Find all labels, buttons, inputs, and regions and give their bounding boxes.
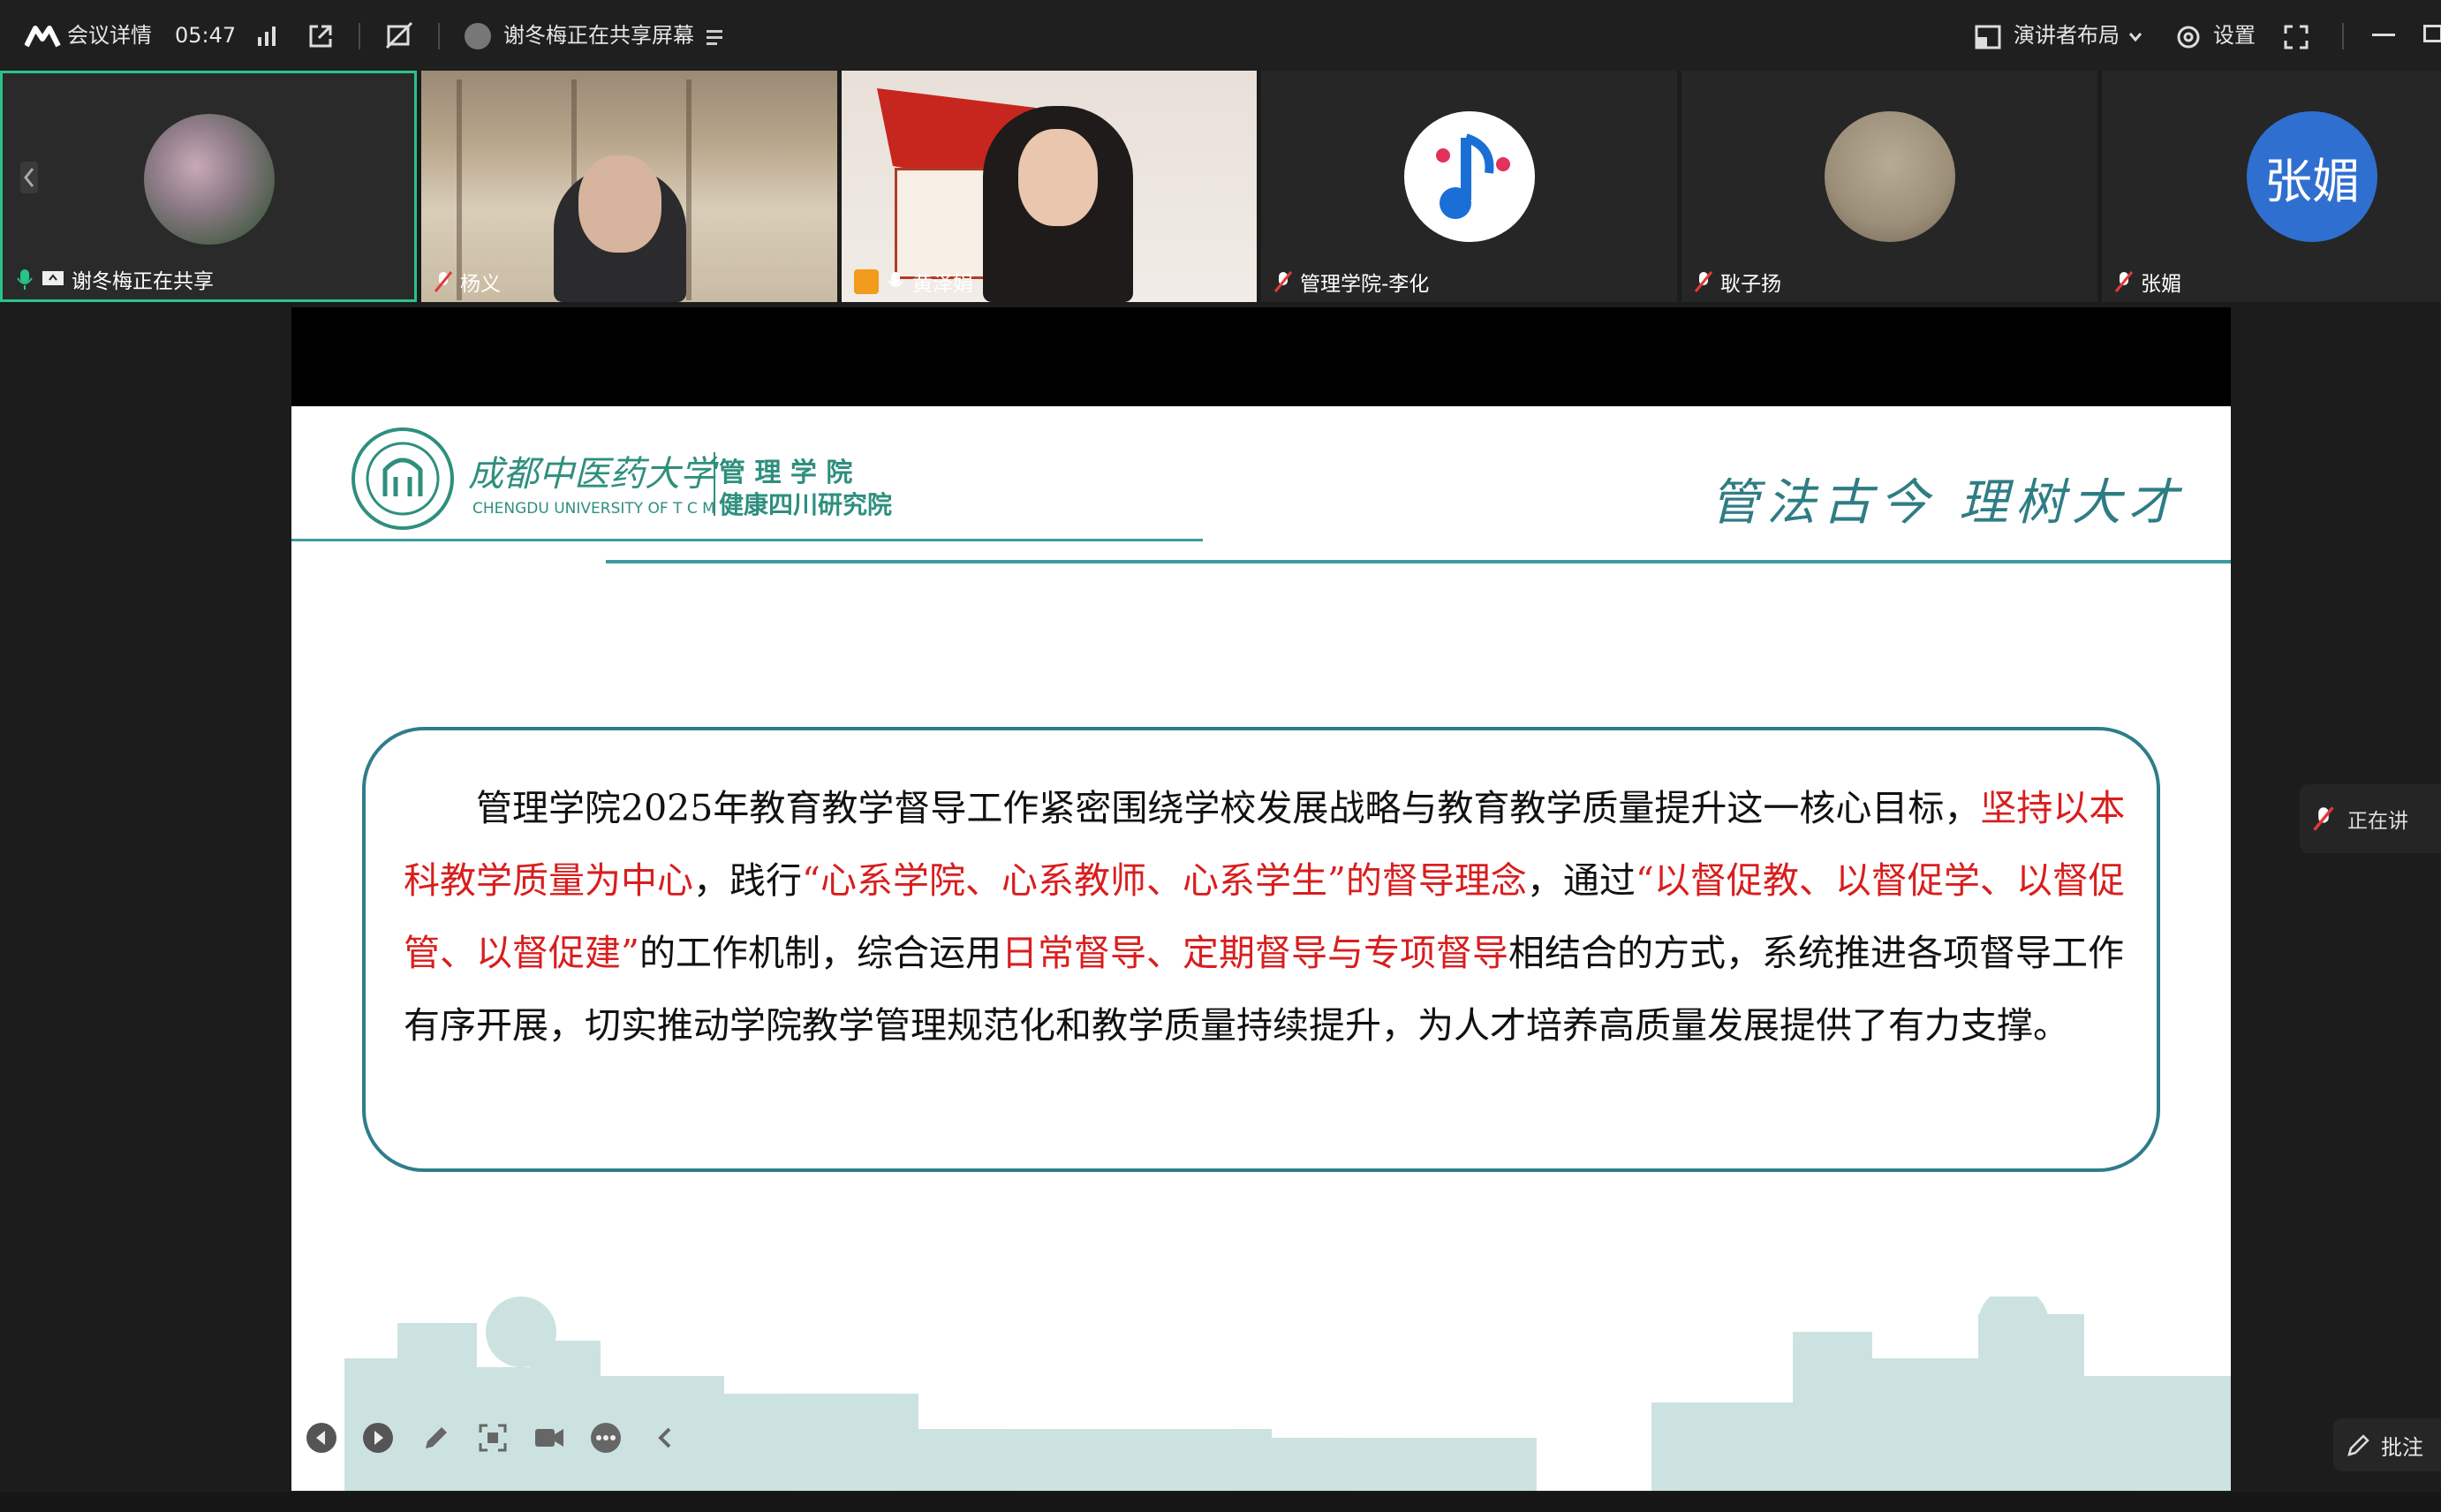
screen-share-icon <box>42 271 64 285</box>
more-icon[interactable] <box>588 1420 623 1455</box>
avatar: 张媚 <box>2247 111 2377 242</box>
university-name-en: CHENGDU UNIVERSITY OF T C M <box>472 500 715 518</box>
mic-on-icon <box>888 272 903 287</box>
sharing-status-text: 谢冬梅正在共享屏幕 <box>503 23 694 48</box>
fullscreen-icon[interactable] <box>2284 25 2309 49</box>
pencil-icon <box>2347 1434 2369 1456</box>
record-off-icon[interactable] <box>385 21 413 49</box>
university-name-cn: 成都中医药大学 <box>468 454 715 495</box>
signal-icon[interactable] <box>256 25 279 48</box>
annotate-button[interactable]: 批注 <box>2333 1418 2441 1471</box>
participant-tile-yangyi[interactable]: 杨义 <box>421 71 837 302</box>
camera-icon[interactable] <box>532 1420 567 1455</box>
previous-slide-icon[interactable] <box>304 1420 339 1455</box>
chevron-down-icon[interactable] <box>2128 32 2142 42</box>
avatar <box>144 114 275 245</box>
participant-label: 耿子扬 <box>1694 267 1781 297</box>
summary-paragraph: 管理学院2025年教育教学督导工作紧密围绕学校发展战略与教育教学质量提升这一核心… <box>404 787 2126 1047</box>
gear-icon[interactable] <box>2174 23 2203 51</box>
host-badge-icon <box>854 269 879 294</box>
motto-text: 管法古今 理树大才 <box>1710 474 2185 532</box>
shared-screen: 成都中医药大学 CHENGDU UNIVERSITY OF T C M 管 理 … <box>291 307 2231 1491</box>
maximize-button[interactable] <box>2423 25 2441 42</box>
bottom-bar <box>0 1493 2441 1512</box>
header-divider <box>606 560 2231 563</box>
external-window-icon[interactable] <box>307 23 334 49</box>
mic-muted-icon <box>2313 806 2334 831</box>
music-note-icon <box>1436 133 1510 219</box>
participant-tile-gengziyang[interactable]: 耿子扬 <box>1681 71 2097 302</box>
mic-muted-icon <box>1273 271 1293 292</box>
participant-label: 张媚 <box>2114 267 2181 297</box>
collapse-toolbar-icon[interactable] <box>648 1420 684 1455</box>
college-name: 管 理 学 院 <box>719 457 853 488</box>
mic-muted-icon <box>434 271 453 292</box>
pen-icon[interactable] <box>419 1420 454 1455</box>
top-toolbar: 会议详情 05:47 谢冬梅正在共享屏幕 演讲者布局 设置 <box>0 0 2441 71</box>
sharer-avatar <box>465 23 491 49</box>
mic-on-icon <box>17 269 33 290</box>
meeting-details-button[interactable]: 会议详情 <box>67 0 152 71</box>
avatar <box>1404 111 1535 242</box>
participant-tile-zhangmei[interactable]: 张媚 张媚 <box>2102 71 2441 302</box>
participant-label: 黄泽娟 <box>854 267 973 297</box>
next-slide-icon[interactable] <box>360 1420 396 1455</box>
university-seal-icon <box>351 427 454 530</box>
participant-label: 杨义 <box>434 267 501 297</box>
participant-label: 谢冬梅正在共享 <box>15 264 214 294</box>
screenshot-icon[interactable] <box>475 1420 510 1455</box>
minimize-button[interactable] <box>2372 34 2395 36</box>
participant-tile-lihua[interactable]: 管理学院-李化 <box>1261 71 1677 302</box>
layout-button[interactable]: 演讲者布局 <box>2014 0 2120 71</box>
participant-tile-sharer[interactable]: 谢冬梅正在共享 <box>0 71 417 302</box>
mic-muted-icon <box>1694 271 1713 292</box>
participant-tile-huangzejuan[interactable]: 黄泽娟 <box>842 71 1257 302</box>
settings-button[interactable]: 设置 <box>2213 0 2256 71</box>
slide-controls <box>304 1420 692 1459</box>
participant-label: 管理学院-李化 <box>1273 267 1429 297</box>
list-icon[interactable] <box>707 28 726 46</box>
layout-icon[interactable] <box>1975 25 2001 49</box>
header-divider <box>291 539 1203 541</box>
campus-illustration <box>344 1297 2231 1491</box>
meeting-timer: 05:47 <box>175 23 237 48</box>
mic-muted-icon <box>2114 271 2134 292</box>
app-logo-icon <box>25 26 61 48</box>
avatar <box>1825 111 1955 242</box>
chevron-left-icon[interactable] <box>20 162 38 193</box>
speaking-indicator[interactable]: 正在讲 <box>2300 784 2441 853</box>
institute-name: 健康四川研究院 <box>719 490 893 519</box>
